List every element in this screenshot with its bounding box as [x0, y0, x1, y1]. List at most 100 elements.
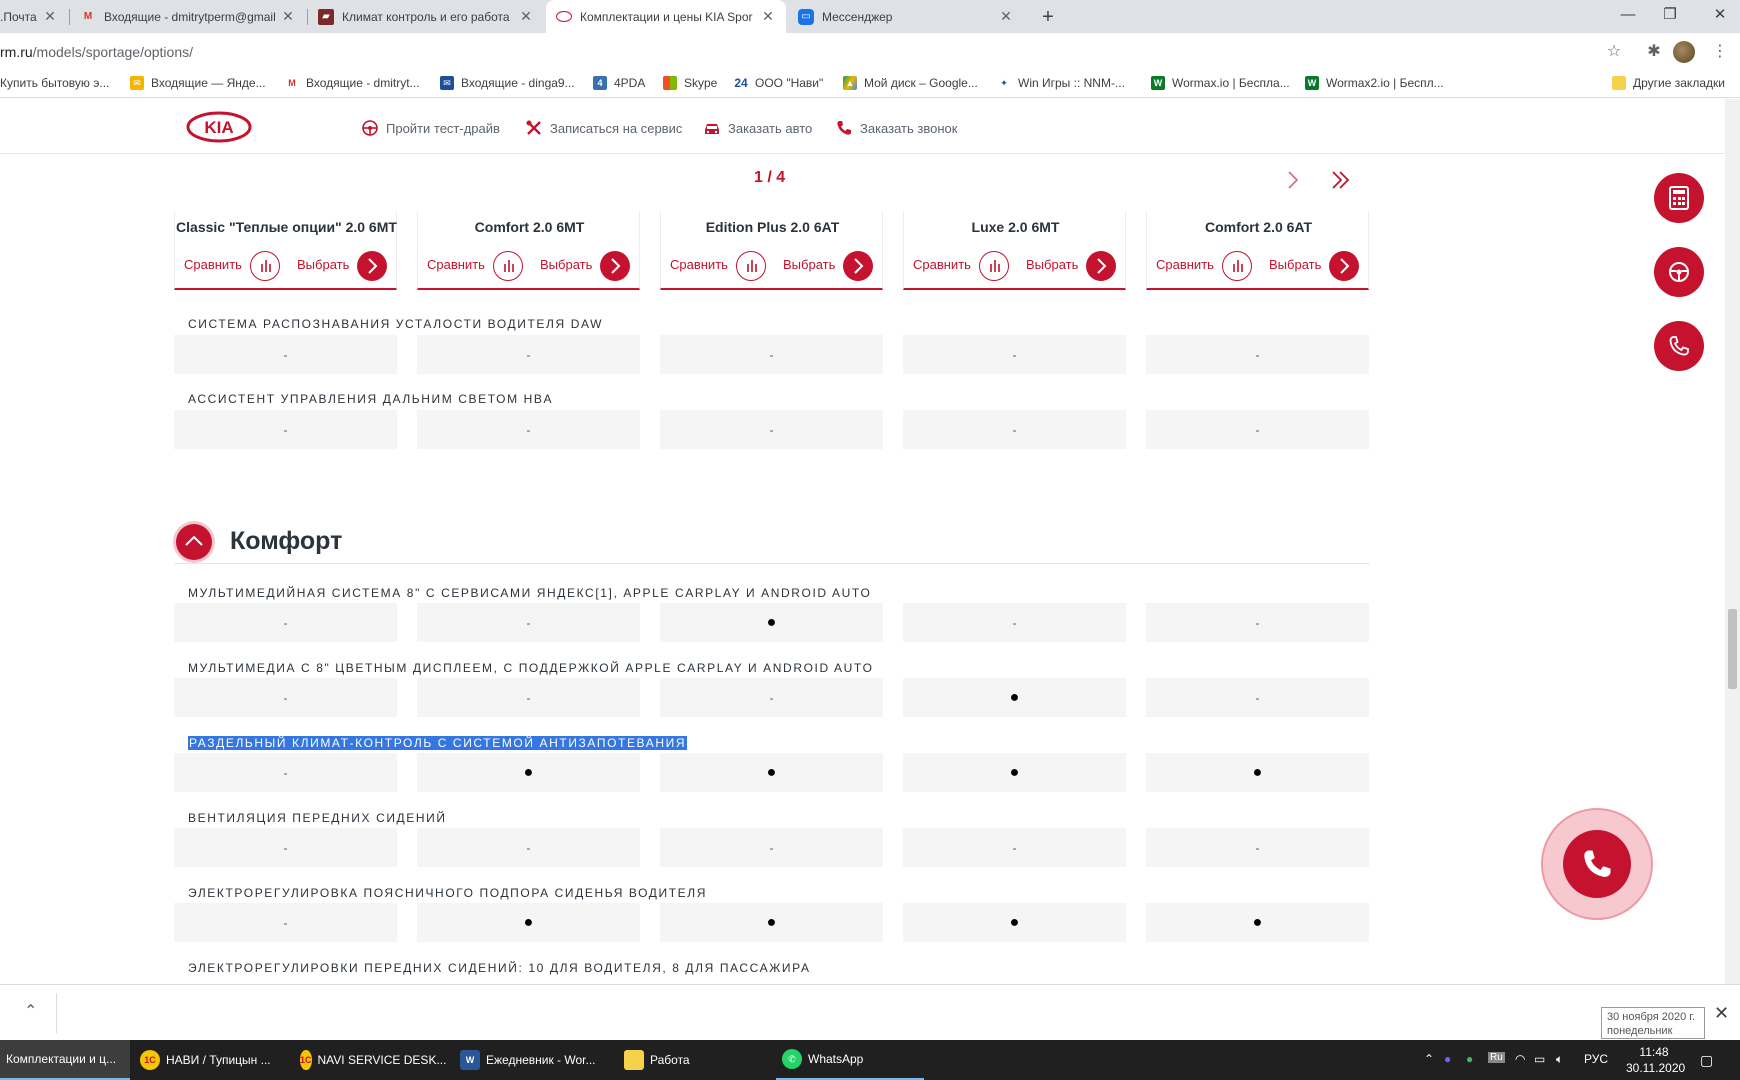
tab-climate-control[interactable]: ▰ Климат контроль и его работа ✕ [308, 0, 544, 33]
choose-link[interactable]: Выбрать [1026, 257, 1078, 272]
sync-icon[interactable]: ● [1466, 1052, 1473, 1066]
bookmark-item[interactable]: 4 4PDA [593, 76, 645, 90]
calculator-button[interactable] [1654, 173, 1704, 223]
compare-chart-icon[interactable] [979, 251, 1009, 281]
taskbar-item-whatsapp[interactable]: ✆ WhatsApp [776, 1040, 924, 1080]
bookmark-item[interactable]: Skype [663, 76, 717, 90]
profile-avatar[interactable] [1673, 41, 1695, 63]
bookmark-item[interactable]: Купить бытовую э... [0, 76, 109, 90]
notifications-icon[interactable]: ▢ [1700, 1052, 1713, 1069]
close-icon[interactable]: ✕ [998, 8, 1014, 25]
taskbar-item-folder[interactable]: Работа [618, 1040, 766, 1080]
extensions-icon[interactable]: ✱ [1643, 41, 1665, 63]
other-bookmarks[interactable]: Другие закладки [1612, 76, 1725, 90]
bookmark-item[interactable]: ▲ Мой диск – Google... [843, 76, 978, 90]
chevron-up-icon[interactable]: ⌃ [24, 1001, 37, 1021]
battery-icon[interactable]: ▭ [1534, 1052, 1545, 1066]
gmail-icon: M [83, 11, 93, 22]
scrollbar-thumb[interactable] [1728, 609, 1737, 689]
choose-link[interactable]: Выбрать [783, 257, 835, 272]
choose-link[interactable]: Выбрать [540, 257, 592, 272]
tab-messenger[interactable]: ▭ Мессенджер ✕ [788, 0, 1024, 33]
taskbar-item-1c-service-desk[interactable]: 1С NAVI SERVICE DESK... [294, 1040, 446, 1080]
compare-link[interactable]: Сравнить [913, 257, 971, 272]
feature-cell: ● [903, 678, 1126, 717]
choose-arrow-icon[interactable] [600, 251, 630, 281]
phone-icon [1669, 336, 1689, 356]
nav-service[interactable]: Записаться на сервис [525, 119, 682, 137]
next-page-button[interactable] [1286, 169, 1300, 197]
choose-arrow-icon[interactable] [1329, 251, 1359, 281]
compare-chart-icon[interactable] [736, 251, 766, 281]
bookmark-item[interactable]: ✦ Win Игры :: NNM-... [997, 76, 1125, 90]
chevron-right-icon [1288, 171, 1299, 189]
bookmark-item[interactable]: ✉ Входящие - dinga9... [440, 76, 575, 90]
taskbar-item-chrome[interactable]: Комплектации и ц... [0, 1040, 130, 1080]
trim-name: Comfort 2.0 6MT [474, 219, 585, 235]
bookmark-label: Другие закладки [1633, 76, 1725, 90]
close-icon[interactable]: ✕ [280, 8, 296, 25]
web-page: KIA Пройти тест-драйв Записаться на серв… [0, 99, 1740, 984]
bookmark-item[interactable]: M Входящие - dmitryt... [285, 76, 420, 90]
tab-gmail[interactable]: M Входящие - dmitrytperm@gmail ✕ [70, 0, 306, 33]
kia-logo[interactable]: KIA [186, 111, 252, 143]
menu-kebab-icon[interactable]: ⋮ [1709, 41, 1731, 63]
compare-chart-icon[interactable] [250, 251, 280, 281]
taskbar-item-word[interactable]: W Ежедневник - Wor... [454, 1040, 602, 1080]
taskbar-item-1c-navi[interactable]: 1С НАВИ / Тупицын ... [134, 1040, 282, 1080]
compare-link[interactable]: Сравнить [670, 257, 728, 272]
url-field[interactable]: rm.ru/models/sportage/options/ [0, 44, 193, 60]
bookmark-item[interactable]: ✉ Входящие — Янде... [130, 76, 266, 90]
compare-link[interactable]: Сравнить [427, 257, 485, 272]
bookmark-item[interactable]: W Wormax.io | Беспла... [1151, 76, 1290, 90]
outlook-mail-icon: ✉ [440, 76, 454, 90]
tray-chevron-up-icon[interactable]: ⌃ [1424, 1052, 1434, 1066]
feature-cell: ● [417, 903, 640, 942]
compare-chart-icon[interactable] [493, 251, 523, 281]
browser-tab-strip: .Почта ✕ M Входящие - dmitrytperm@gmail … [0, 0, 1740, 33]
tab-kia-options[interactable]: Комплектации и цены KIA Spor ✕ [546, 0, 786, 33]
nav-test-drive[interactable]: Пройти тест-драйв [361, 119, 500, 137]
page-scrollbar[interactable] [1725, 99, 1740, 984]
feature-cell: - [1146, 678, 1369, 717]
nav-order-car[interactable]: Заказать авто [703, 119, 812, 137]
trim-column-header: Edition Plus 2.0 6AT Сравнить Выбрать [660, 211, 883, 290]
bookmark-item[interactable]: 24 ООО "Нави" [734, 76, 823, 90]
choose-arrow-icon[interactable] [357, 251, 387, 281]
bookmark-item[interactable]: W Wormax2.io | Беспл... [1305, 76, 1444, 90]
chevron-up-icon [185, 535, 203, 546]
network-icon[interactable]: ◠ [1515, 1052, 1525, 1066]
bookmark-star-icon[interactable]: ☆ [1603, 41, 1625, 63]
taskbar-clock[interactable]: 11:48 30.11.2020 [1626, 1044, 1685, 1076]
close-icon[interactable]: ✕ [518, 8, 534, 25]
close-icon[interactable]: ✕ [1714, 1003, 1729, 1024]
close-window-button[interactable]: ✕ [1692, 0, 1740, 33]
trim-name: Edition Plus 2.0 6AT [705, 219, 840, 235]
compare-chart-icon[interactable] [1222, 251, 1252, 281]
close-icon[interactable]: ✕ [42, 8, 58, 25]
volume-icon[interactable]: 🔈︎ [1556, 1052, 1563, 1067]
compare-link[interactable]: Сравнить [184, 257, 242, 272]
callback-widget-button[interactable] [1563, 830, 1631, 898]
nav-callback[interactable]: Заказать звонок [835, 119, 957, 137]
nnm-butterfly-icon: ✦ [997, 76, 1011, 90]
tab-mail[interactable]: .Почта ✕ [0, 0, 68, 33]
language-ru-icon[interactable]: Ru [1488, 1052, 1505, 1063]
choose-arrow-icon[interactable] [843, 251, 873, 281]
nav-label: Заказать авто [728, 120, 813, 136]
collapse-section-button[interactable] [176, 524, 212, 560]
viber-icon[interactable]: ● [1444, 1052, 1451, 1066]
last-page-button[interactable] [1330, 169, 1352, 197]
restore-button[interactable]: ❐ [1642, 0, 1698, 33]
choose-link[interactable]: Выбрать [1269, 257, 1321, 272]
choose-arrow-icon[interactable] [1086, 251, 1116, 281]
skype-windows-icon [663, 76, 677, 90]
new-tab-button[interactable]: + [1036, 5, 1060, 29]
call-float-button[interactable] [1654, 321, 1704, 371]
page-indicator: 1 / 4 [754, 169, 786, 186]
test-drive-float-button[interactable] [1654, 247, 1704, 297]
compare-link[interactable]: Сравнить [1156, 257, 1214, 272]
input-language[interactable]: РУС [1584, 1052, 1608, 1066]
close-icon[interactable]: ✕ [760, 8, 776, 25]
choose-link[interactable]: Выбрать [297, 257, 349, 272]
